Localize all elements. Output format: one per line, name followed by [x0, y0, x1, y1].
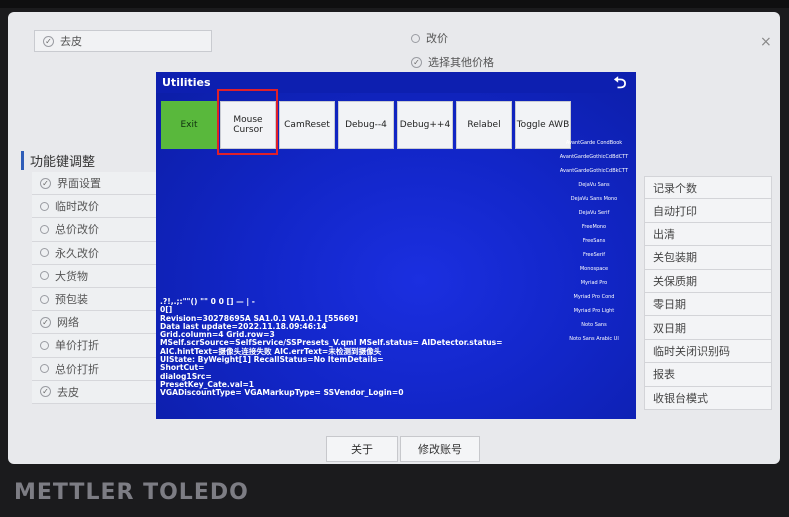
- list-item-label: 永久改价: [55, 246, 99, 260]
- font-item: DejaVu Serif: [578, 210, 610, 216]
- font-item: DejaVu Sans: [578, 182, 610, 188]
- font-item: Myriad Pro Cond: [573, 294, 615, 300]
- option-item[interactable]: 双日期: [644, 316, 772, 340]
- close-icon[interactable]: ×: [760, 34, 772, 50]
- list-item-label: 去皮: [57, 385, 79, 399]
- option-label: 改价: [426, 32, 448, 45]
- check-icon: ✓: [43, 35, 54, 47]
- font-item: FreeSans: [582, 238, 606, 244]
- option-other-price[interactable]: ✓ 选择其他价格: [411, 54, 494, 70]
- top-checkbox-label: 去皮: [60, 35, 82, 48]
- option-item[interactable]: 关包装期: [644, 246, 772, 270]
- check-icon: ✓: [40, 316, 51, 328]
- list-item[interactable]: ✓ 网络: [32, 311, 166, 335]
- list-item[interactable]: ✓ 去皮: [32, 380, 166, 404]
- font-item: DejaVu Sans Mono: [570, 196, 618, 202]
- option-item[interactable]: 收银台模式: [644, 386, 772, 410]
- option-item[interactable]: 出清: [644, 222, 772, 247]
- font-item: AvantGardeGothicCdBdCTT: [559, 154, 629, 160]
- option-price-change[interactable]: 改价: [411, 30, 448, 46]
- list-item[interactable]: 大货物: [32, 264, 166, 288]
- info-line: ShortCut=: [160, 363, 205, 373]
- font-item: AvantGarde CondBook: [565, 140, 623, 146]
- check-icon: ✓: [40, 177, 51, 189]
- font-item: FreeMono: [581, 224, 607, 230]
- font-item: FreeSerif: [582, 252, 606, 258]
- font-item: Monospace: [579, 266, 609, 272]
- relabel-button[interactable]: Relabel: [456, 101, 512, 149]
- change-account-button[interactable]: 修改账号: [400, 436, 480, 462]
- radio-icon: [40, 340, 49, 350]
- list-item-label: 大货物: [55, 269, 88, 283]
- exit-button[interactable]: Exit: [161, 101, 217, 149]
- radio-icon: [40, 294, 49, 304]
- option-item[interactable]: 记录个数: [644, 176, 772, 200]
- section-title: 功能键调整: [21, 151, 95, 170]
- brand-logo: METTLER TOLEDO: [14, 480, 249, 505]
- radio-icon: [40, 271, 49, 281]
- option-item[interactable]: 零日期: [644, 292, 772, 317]
- debug-info: .?!,.;:""() "" 0 0 [] — | - 0[] Revision…: [160, 297, 560, 398]
- font-item: Noto Sans Arabic UI: [569, 336, 619, 342]
- list-item[interactable]: 预包装: [32, 287, 166, 312]
- info-line: .?!,.;:""() "" 0 0 [] — | -: [160, 297, 255, 306]
- list-item-label: 总价改价: [55, 223, 99, 237]
- check-icon: ✓: [40, 386, 51, 398]
- list-item-label: 网络: [57, 316, 79, 330]
- option-label: 选择其他价格: [428, 56, 494, 69]
- selection-highlight: [217, 89, 278, 155]
- camreset-button[interactable]: CamReset: [279, 101, 335, 149]
- list-item-label: 预包装: [55, 293, 88, 307]
- top-checkbox[interactable]: ✓ 去皮: [34, 30, 212, 52]
- monitor-bezel-top: [0, 0, 789, 8]
- back-arrow-icon[interactable]: ⮌: [610, 73, 630, 92]
- debug-minus-button[interactable]: Debug--4: [338, 101, 394, 149]
- list-item[interactable]: 总价改价: [32, 218, 166, 242]
- radio-icon: [40, 248, 49, 258]
- option-item[interactable]: 临时关闭识别码: [644, 339, 772, 364]
- utilities-title: Utilities: [162, 76, 211, 89]
- function-key-list: ✓ 界面设置 临时改价 总价改价 永久改价 大货物 预包装 ✓ 网络 单价打折 总价…: [32, 172, 166, 404]
- about-button[interactable]: 关于: [326, 436, 398, 462]
- debug-plus-button[interactable]: Debug++4: [397, 101, 453, 149]
- font-list: AvantGarde CondBook AvantGardeGothicCdBd…: [554, 136, 634, 346]
- list-item[interactable]: 单价打折: [32, 334, 166, 358]
- option-list: 记录个数 自动打印 出清 关包装期 关保质期 零日期 双日期 临时关闭识别码 报…: [644, 176, 772, 410]
- radio-icon: [40, 364, 49, 374]
- info-line: UIState: ByWeight[1] RecallStatus=No Ite…: [160, 355, 384, 365]
- list-item[interactable]: 总价打折: [32, 357, 166, 381]
- info-line: VGADiscountType= VGAMarkupType= SSVendor…: [160, 388, 404, 398]
- font-item: Myriad Pro: [580, 280, 608, 286]
- option-item[interactable]: 报表: [644, 363, 772, 387]
- radio-icon: [40, 201, 49, 211]
- font-item: Myriad Pro Light: [573, 308, 615, 314]
- font-item: AvantGardeGothicCdBkCTT: [559, 168, 629, 174]
- list-item-label: 总价打折: [55, 362, 99, 376]
- option-item[interactable]: 自动打印: [644, 199, 772, 223]
- list-item-label: 界面设置: [57, 177, 101, 191]
- radio-icon: [40, 224, 49, 234]
- list-item-label: 临时改价: [55, 200, 99, 214]
- list-item-label: 单价打折: [55, 339, 99, 353]
- option-item[interactable]: 关保质期: [644, 269, 772, 293]
- radio-icon: [411, 33, 420, 43]
- font-item: Noto Sans: [581, 322, 607, 328]
- list-item[interactable]: ✓ 界面设置: [32, 172, 166, 196]
- list-item[interactable]: 临时改价: [32, 195, 166, 219]
- check-icon: ✓: [411, 56, 422, 68]
- list-item[interactable]: 永久改价: [32, 241, 166, 265]
